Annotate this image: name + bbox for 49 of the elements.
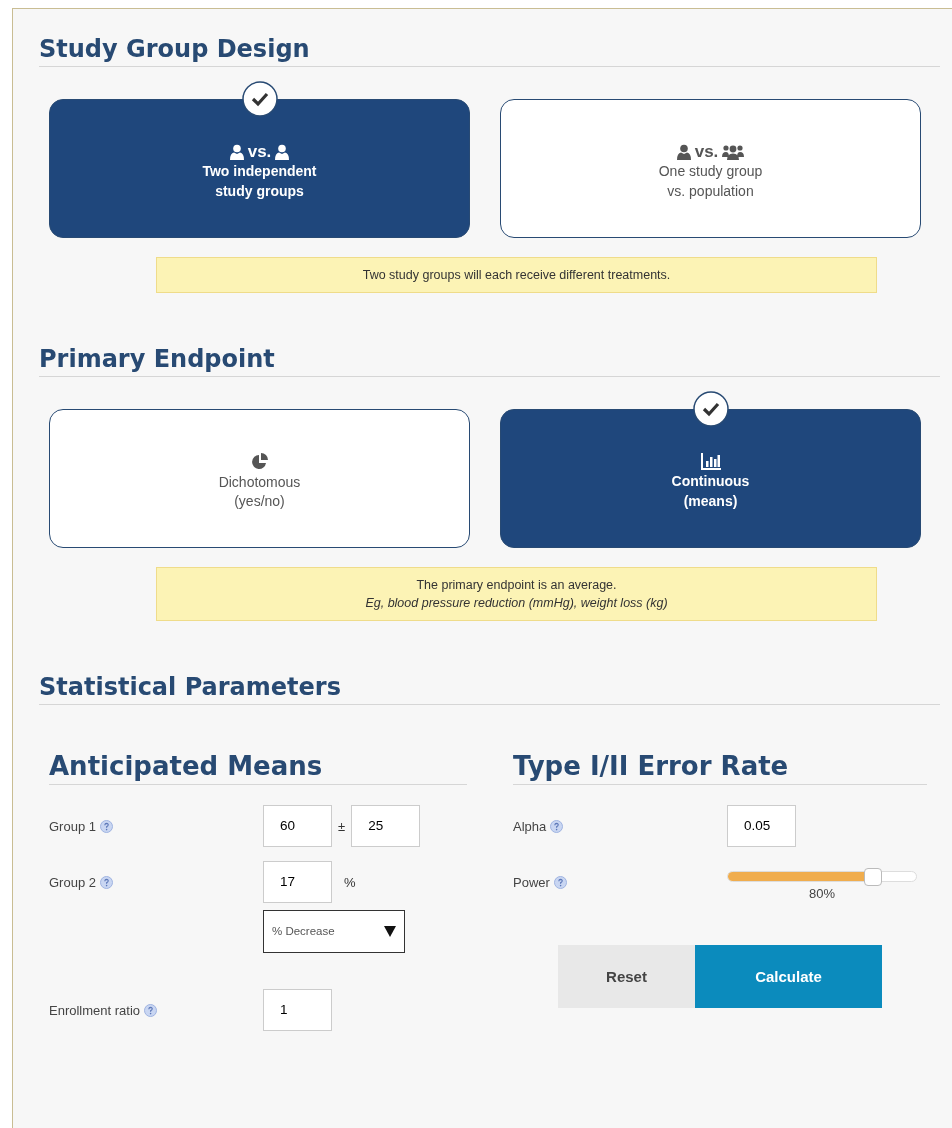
slider-reading: 80% <box>808 884 836 903</box>
caret-icon <box>384 925 396 937</box>
option-label: Two independent study groups <box>202 162 317 201</box>
option-card[interactable]: vs. One study group vs. population <box>500 98 921 238</box>
number-field[interactable]: 25 <box>351 804 421 847</box>
calculate-button[interactable]: Calculate <box>695 945 882 1009</box>
number-field[interactable]: 0.05 <box>727 804 796 847</box>
group-icon <box>722 143 745 160</box>
help-icon <box>100 820 113 834</box>
field-label: Enrollment ratio <box>49 1001 141 1020</box>
number-field[interactable]: 17 <box>263 860 332 903</box>
section-heading: Study Group Design <box>39 35 940 67</box>
note-text: Two study groups will each receive different treatments. <box>361 266 672 284</box>
subsection-heading: Type I/II Error Rate <box>513 750 927 785</box>
option-card[interactable]: Dichotomous (yes/no) <box>49 408 470 548</box>
plus-minus-sign: ± <box>337 817 347 836</box>
field-label: Alpha <box>513 817 547 836</box>
section-heading: Primary Endpoint <box>39 344 940 377</box>
slider-thumb[interactable] <box>864 867 883 886</box>
change-dropdown[interactable]: % Decrease <box>263 909 405 953</box>
help-icon <box>550 820 564 834</box>
person-icon <box>676 143 691 160</box>
help-icon <box>100 876 113 890</box>
help-icon <box>144 1004 158 1018</box>
reset-button[interactable]: Reset <box>558 945 695 1009</box>
field-label: Group 1 <box>49 817 96 836</box>
option-label: One study group vs. population <box>658 162 763 201</box>
section-heading: Statistical Parameters <box>39 672 940 705</box>
bar-chart-icon <box>700 453 721 471</box>
field-label: Power <box>513 873 550 892</box>
unit-label: % <box>343 873 357 892</box>
check-icon <box>692 390 729 427</box>
subsection-heading: Anticipated Means <box>49 750 467 785</box>
note-text: Eg, blood pressure reduction (mmHg), weight loss (kg) <box>364 594 669 612</box>
versus-label: vs. <box>247 143 272 161</box>
versus-label: vs. <box>694 143 719 161</box>
field-label: Group 2 <box>49 873 96 892</box>
note-text: The primary endpoint is an average. <box>415 576 618 594</box>
person-icon <box>275 143 290 160</box>
option-label: Dichotomous (yes/no) <box>218 472 301 512</box>
person-icon <box>229 143 244 160</box>
check-icon <box>241 80 278 117</box>
option-card[interactable]: Continuous (means) <box>500 408 921 548</box>
option-label: Continuous (means) <box>671 472 750 511</box>
option-card[interactable]: vs. Two independent study groups <box>49 98 470 238</box>
pie-chart-icon <box>250 452 269 471</box>
number-field[interactable]: 60 <box>263 804 332 847</box>
help-icon <box>553 876 567 890</box>
number-field[interactable]: 1 <box>263 988 332 1031</box>
